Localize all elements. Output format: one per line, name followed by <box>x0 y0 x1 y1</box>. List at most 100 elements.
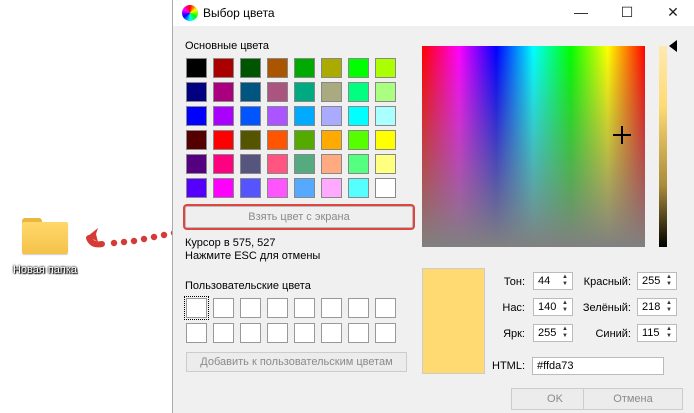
sat-spinbox[interactable]: ▲▼ <box>533 298 573 316</box>
close-button[interactable]: ✕ <box>653 0 693 24</box>
basic-color-swatch[interactable] <box>348 82 369 102</box>
html-label: HTML: <box>492 360 525 372</box>
val-spinbox[interactable]: ▲▼ <box>533 324 573 342</box>
custom-color-swatch[interactable] <box>294 298 315 318</box>
basic-color-swatch[interactable] <box>213 154 234 174</box>
basic-color-swatch[interactable] <box>375 82 396 102</box>
basic-color-swatch[interactable] <box>267 58 288 78</box>
basic-color-swatch[interactable] <box>348 178 369 198</box>
custom-color-swatch[interactable] <box>375 298 396 318</box>
basic-color-swatch[interactable] <box>294 106 315 126</box>
custom-color-swatch[interactable] <box>348 323 369 343</box>
basic-color-swatch[interactable] <box>267 82 288 102</box>
basic-color-swatch[interactable] <box>321 130 342 150</box>
basic-color-swatch[interactable] <box>321 82 342 102</box>
basic-color-swatch[interactable] <box>375 106 396 126</box>
custom-color-swatch[interactable] <box>213 323 234 343</box>
basic-color-swatch[interactable] <box>267 178 288 198</box>
custom-color-swatch[interactable] <box>213 298 234 318</box>
cancel-button[interactable]: Отмена <box>583 388 683 410</box>
hue-spinbox[interactable]: ▲▼ <box>533 272 573 290</box>
custom-color-swatch[interactable] <box>321 298 342 318</box>
custom-colors-grid <box>184 296 396 343</box>
basic-color-swatch[interactable] <box>213 178 234 198</box>
folder-label: Новая папка <box>12 264 78 276</box>
basic-color-swatch[interactable] <box>375 178 396 198</box>
basic-color-swatch[interactable] <box>213 82 234 102</box>
basic-color-swatch[interactable] <box>348 130 369 150</box>
basic-color-swatch[interactable] <box>294 82 315 102</box>
color-spectrum[interactable] <box>422 46 645 247</box>
basic-color-swatch[interactable] <box>294 58 315 78</box>
basic-color-swatch[interactable] <box>267 130 288 150</box>
basic-color-swatch[interactable] <box>375 130 396 150</box>
add-custom-color-button[interactable]: Добавить к пользовательским цветам <box>186 352 407 372</box>
basic-color-swatch[interactable] <box>375 154 396 174</box>
basic-color-swatch[interactable] <box>240 130 261 150</box>
sat-input[interactable] <box>534 299 562 315</box>
hue-input[interactable] <box>534 273 562 289</box>
basic-color-swatch[interactable] <box>186 130 207 150</box>
custom-color-swatch[interactable] <box>294 323 315 343</box>
basic-color-swatch[interactable] <box>348 154 369 174</box>
custom-color-swatch[interactable] <box>321 323 342 343</box>
custom-color-swatch[interactable] <box>240 298 261 318</box>
basic-color-swatch[interactable] <box>213 106 234 126</box>
custom-color-swatch[interactable] <box>184 296 209 320</box>
minimize-button[interactable]: — <box>561 0 601 24</box>
basic-color-swatch[interactable] <box>240 106 261 126</box>
dialog-title: Выбор цвета <box>203 6 275 20</box>
basic-color-swatch[interactable] <box>186 58 207 78</box>
basic-color-swatch[interactable] <box>267 106 288 126</box>
basic-color-swatch[interactable] <box>294 130 315 150</box>
basic-color-swatch[interactable] <box>321 106 342 126</box>
titlebar: Выбор цвета — ☐ ✕ <box>173 0 694 26</box>
basic-color-swatch[interactable] <box>240 58 261 78</box>
custom-color-swatch[interactable] <box>375 323 396 343</box>
val-input[interactable] <box>534 325 562 341</box>
green-input[interactable] <box>638 299 666 315</box>
custom-color-swatch[interactable] <box>267 298 288 318</box>
basic-color-swatch[interactable] <box>294 154 315 174</box>
basic-color-swatch[interactable] <box>321 154 342 174</box>
sat-label: Нас: <box>502 302 525 314</box>
custom-color-swatch[interactable] <box>240 323 261 343</box>
custom-color-swatch[interactable] <box>348 298 369 318</box>
green-spinbox[interactable]: ▲▼ <box>637 298 677 316</box>
basic-color-swatch[interactable] <box>240 154 261 174</box>
maximize-button[interactable]: ☐ <box>607 0 647 24</box>
basic-color-swatch[interactable] <box>186 154 207 174</box>
blue-input[interactable] <box>638 325 666 341</box>
basic-color-swatch[interactable] <box>348 58 369 78</box>
basic-color-swatch[interactable] <box>321 178 342 198</box>
esc-info: Нажмите ESC для отмены <box>185 250 321 262</box>
basic-color-swatch[interactable] <box>375 58 396 78</box>
color-wheel-icon <box>182 5 198 21</box>
pick-screen-color-button[interactable]: Взять цвет с экрана <box>185 206 413 228</box>
custom-color-swatch[interactable] <box>267 323 288 343</box>
color-preview <box>422 268 485 374</box>
blue-spinbox[interactable]: ▲▼ <box>637 324 677 342</box>
basic-colors-grid <box>186 58 396 198</box>
basic-color-swatch[interactable] <box>186 106 207 126</box>
val-label: Ярк: <box>503 328 525 340</box>
pointer-arrow-icon <box>86 228 178 248</box>
basic-color-swatch[interactable] <box>294 178 315 198</box>
basic-color-swatch[interactable] <box>240 82 261 102</box>
red-spinbox[interactable]: ▲▼ <box>637 272 677 290</box>
basic-color-swatch[interactable] <box>186 178 207 198</box>
basic-color-swatch[interactable] <box>321 58 342 78</box>
luminance-arrow-icon[interactable] <box>669 40 677 52</box>
basic-color-swatch[interactable] <box>240 178 261 198</box>
red-input[interactable] <box>638 273 666 289</box>
basic-color-swatch[interactable] <box>267 154 288 174</box>
basic-color-swatch[interactable] <box>213 130 234 150</box>
basic-colors-label: Основные цвета <box>185 40 270 52</box>
custom-color-swatch[interactable] <box>186 323 207 343</box>
basic-color-swatch[interactable] <box>348 106 369 126</box>
basic-color-swatch[interactable] <box>213 58 234 78</box>
basic-color-swatch[interactable] <box>186 82 207 102</box>
crosshair-icon <box>613 126 631 144</box>
luminance-slider[interactable] <box>659 46 667 247</box>
html-input[interactable] <box>532 357 664 375</box>
